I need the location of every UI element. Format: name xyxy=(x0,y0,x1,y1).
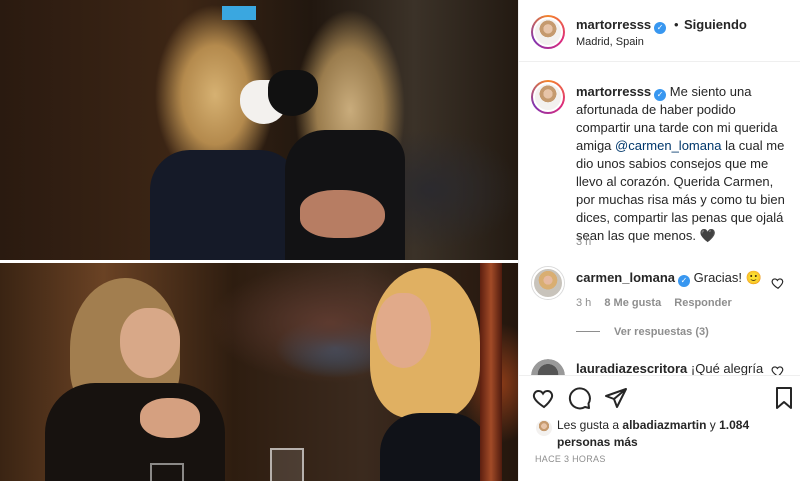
separator-dot: • xyxy=(674,17,679,32)
comment-time[interactable]: 3 h xyxy=(576,297,591,309)
post-side-panel: martorresss ✓ • Siguiendo Madrid, Spain m… xyxy=(518,0,800,481)
caption-text: martorresss ✓ Me siento una afortunada de… xyxy=(576,83,786,245)
caption-time[interactable]: 3 h xyxy=(576,236,591,248)
caption-avatar[interactable] xyxy=(531,80,565,114)
verified-badge-icon: ✓ xyxy=(678,275,690,287)
verified-badge-icon: ✓ xyxy=(654,22,667,34)
background-light xyxy=(222,6,256,20)
liker-username[interactable]: albadiazmartin xyxy=(622,418,706,432)
likes-prefix: Les gusta a xyxy=(557,418,623,432)
likes-middle: y xyxy=(706,418,720,432)
caption-username[interactable]: martorresss xyxy=(576,84,651,99)
woman-left-hands xyxy=(140,398,200,438)
commenter-username[interactable]: carmen_lomana xyxy=(576,270,675,285)
caption-avatar-image xyxy=(533,82,563,112)
heart-icon[interactable] xyxy=(532,386,556,410)
commenter-avatar[interactable] xyxy=(531,359,565,375)
comment-likes[interactable]: 8 Me gusta xyxy=(604,297,661,309)
glass xyxy=(270,448,304,481)
glass xyxy=(150,463,184,481)
black-mask xyxy=(268,70,318,116)
caption-body-end: la cual me dio unos sabios consejos que … xyxy=(576,138,785,243)
woman-left-coat xyxy=(150,150,300,260)
comment-body: ¡Qué alegría xyxy=(690,361,764,375)
paper-plane-icon[interactable] xyxy=(604,386,628,410)
woman-right-body xyxy=(380,413,490,481)
liker-avatar[interactable] xyxy=(535,419,553,437)
post-photo[interactable] xyxy=(0,0,518,481)
view-replies-button[interactable]: Ver respuestas (3) xyxy=(576,326,709,338)
post-header: martorresss ✓ • Siguiendo Madrid, Spain xyxy=(519,0,800,62)
liker-avatar-image xyxy=(535,419,553,437)
view-replies-text[interactable]: Ver respuestas (3) xyxy=(614,326,709,338)
comment-icon[interactable] xyxy=(568,386,592,410)
view-replies-line xyxy=(576,331,600,332)
following-button[interactable]: Siguiendo xyxy=(684,17,747,32)
comment-meta: 3 h 8 Me gusta Responder xyxy=(576,297,742,309)
location-link[interactable]: Madrid, Spain xyxy=(576,36,644,48)
bookmark-icon[interactable] xyxy=(772,386,796,410)
likes-text: Les gusta a albadiazmartin y 1.084 perso… xyxy=(557,417,757,451)
comment-text: carmen_lomana ✓ Gracias! 🙂 xyxy=(576,270,762,287)
author-avatar[interactable] xyxy=(531,15,565,49)
commenter-avatar-image xyxy=(532,267,564,299)
verified-badge-icon: ✓ xyxy=(654,89,667,101)
commenter-avatar-image xyxy=(531,359,565,375)
pillar xyxy=(480,263,502,481)
mention-link[interactable]: @carmen_lomana xyxy=(615,138,721,153)
author-username[interactable]: martorresss ✓ xyxy=(576,17,667,34)
comment-heart-icon[interactable] xyxy=(771,276,785,290)
comment-heart-icon[interactable] xyxy=(771,364,785,375)
woman-right-face xyxy=(376,293,431,368)
commenter-avatar[interactable] xyxy=(531,266,565,300)
post-actions: Les gusta a albadiazmartin y 1.084 perso… xyxy=(519,375,800,481)
woman-left-face xyxy=(120,308,180,378)
post-timestamp[interactable]: HACE 3 HORAS xyxy=(535,454,606,464)
reply-button[interactable]: Responder xyxy=(674,297,731,309)
woman-left-body xyxy=(45,383,225,481)
comments-area[interactable]: martorresss ✓ Me siento una afortunada de… xyxy=(519,63,800,375)
commenter-username[interactable]: lauradiazescritora xyxy=(576,361,687,375)
comment-text: lauradiazescritora ¡Qué alegría xyxy=(576,361,763,375)
author-avatar-image xyxy=(533,17,563,47)
author-username-text[interactable]: martorresss xyxy=(576,17,651,32)
photo-top-frame xyxy=(0,0,518,260)
comment-body: Gracias! 🙂 xyxy=(693,270,762,285)
photo-bottom-frame xyxy=(0,263,518,481)
hand xyxy=(300,190,385,238)
